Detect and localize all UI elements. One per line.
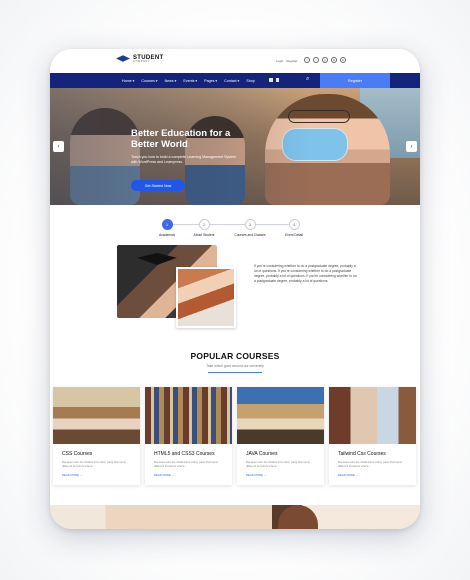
course-title[interactable]: CSS Courses xyxy=(62,451,140,457)
step-number: 4 xyxy=(288,219,300,230)
feature-steps: 1 Academics 2 About Student 3 Courses an… xyxy=(50,219,420,244)
course-image[interactable] xyxy=(145,387,232,444)
linkedin-icon[interactable]: in xyxy=(340,57,346,63)
cart-icon[interactable] xyxy=(275,78,279,82)
site-logo[interactable]: STUDENT COMPANY xyxy=(116,55,163,64)
step-number: 3 xyxy=(244,219,256,230)
slider-prev-icon[interactable]: ‹ xyxy=(53,141,64,152)
bottom-banner-photo xyxy=(278,505,318,529)
register-link[interactable]: Register xyxy=(286,59,297,63)
google-icon[interactable]: G xyxy=(331,57,337,63)
logo-tagline: COMPANY xyxy=(133,60,151,63)
course-title[interactable]: HTML5 and CSS3 Courses xyxy=(154,451,232,457)
step-label: About Student xyxy=(193,233,215,237)
nav-item-events[interactable]: Events ▾ xyxy=(183,79,197,83)
course-desc: Because web are divided into many parts … xyxy=(154,460,219,468)
main-nav: Home ▾ Courses ▾ News ▾ Events ▾ Pages ▾… xyxy=(50,73,420,88)
top-bar: STUDENT COMPANY Login Register f t p G i… xyxy=(50,49,420,73)
nav-item-courses[interactable]: Courses ▾ xyxy=(141,79,157,83)
pinterest-icon[interactable]: p xyxy=(322,57,328,63)
showcase-background: STUDENT COMPANY Login Register f t p G i… xyxy=(0,0,470,580)
social-links: f t p G in xyxy=(304,57,346,63)
course-card[interactable]: CSS Courses Because web are divided into… xyxy=(53,387,140,485)
grid-icon[interactable] xyxy=(269,78,273,82)
step-event-detail[interactable]: 4 Event Detail xyxy=(269,219,319,237)
step-label: Event Detail xyxy=(285,233,303,237)
step-number: 2 xyxy=(198,219,210,230)
course-card[interactable]: JAVA Courses Because web are divided int… xyxy=(237,387,324,485)
nav-item-home[interactable]: Home ▾ xyxy=(122,79,134,83)
nav-item-news[interactable]: News ▾ xyxy=(165,79,177,83)
twitter-icon[interactable]: t xyxy=(313,57,319,63)
step-number: 1 xyxy=(161,219,173,230)
search-icon[interactable]: ⌕ xyxy=(306,76,309,82)
course-card[interactable]: HTML5 and CSS3 Courses Because web are d… xyxy=(145,387,232,485)
nav-item-pages[interactable]: Pages ▾ xyxy=(204,79,217,83)
course-desc: Because web are divided into many parts … xyxy=(62,460,127,468)
read-more-link[interactable]: READ MORE → xyxy=(246,473,324,477)
title-underline xyxy=(208,372,262,373)
step-label: Courses and Classes xyxy=(234,233,266,237)
login-link[interactable]: Login xyxy=(276,59,283,63)
course-desc: Because web are divided into many parts … xyxy=(338,460,403,468)
graduation-cap-icon xyxy=(137,253,177,265)
step-courses-classes[interactable]: 3 Courses and Classes xyxy=(225,219,275,237)
course-image[interactable] xyxy=(237,387,324,444)
about-text: If you're considering whether to do a po… xyxy=(254,264,357,283)
hero-slider: Better Education for a Better World Teac… xyxy=(50,88,420,205)
course-image[interactable] xyxy=(329,387,416,444)
course-card[interactable]: Tailwind Css Courses Because web are div… xyxy=(329,387,416,485)
hero-text: Teach you how to build a complete Learni… xyxy=(131,155,237,164)
register-button[interactable]: Register xyxy=(320,73,390,88)
course-title[interactable]: Tailwind Css Courses xyxy=(338,451,416,457)
nav-item-shop[interactable]: Shop xyxy=(246,79,254,83)
students-photo xyxy=(176,267,236,328)
step-about-student[interactable]: 2 About Student xyxy=(179,219,229,237)
graduation-cap-icon xyxy=(116,55,130,62)
hero-title: Better Education for a Better World xyxy=(131,128,231,150)
course-desc: Because web are divided into many parts … xyxy=(246,460,311,468)
device-frame: STUDENT COMPANY Login Register f t p G i… xyxy=(50,49,420,529)
facebook-icon[interactable]: f xyxy=(304,57,310,63)
course-title[interactable]: JAVA Courses xyxy=(246,451,324,457)
read-more-link[interactable]: READ MORE → xyxy=(154,473,232,477)
nav-item-contact[interactable]: Contact ▾ xyxy=(224,79,239,83)
slider-next-icon[interactable]: › xyxy=(406,141,417,152)
hero-cta-label: Get Started Now xyxy=(144,183,172,188)
read-more-link[interactable]: READ MORE → xyxy=(62,473,140,477)
read-more-link[interactable]: READ MORE → xyxy=(338,473,416,477)
bottom-banner-image xyxy=(50,505,420,529)
popular-courses-subtitle: Take which goes around our university xyxy=(206,364,264,368)
get-started-button[interactable]: Get Started Now xyxy=(131,180,185,191)
popular-courses-title: POPULAR COURSES xyxy=(190,351,280,361)
course-image[interactable] xyxy=(53,387,140,444)
